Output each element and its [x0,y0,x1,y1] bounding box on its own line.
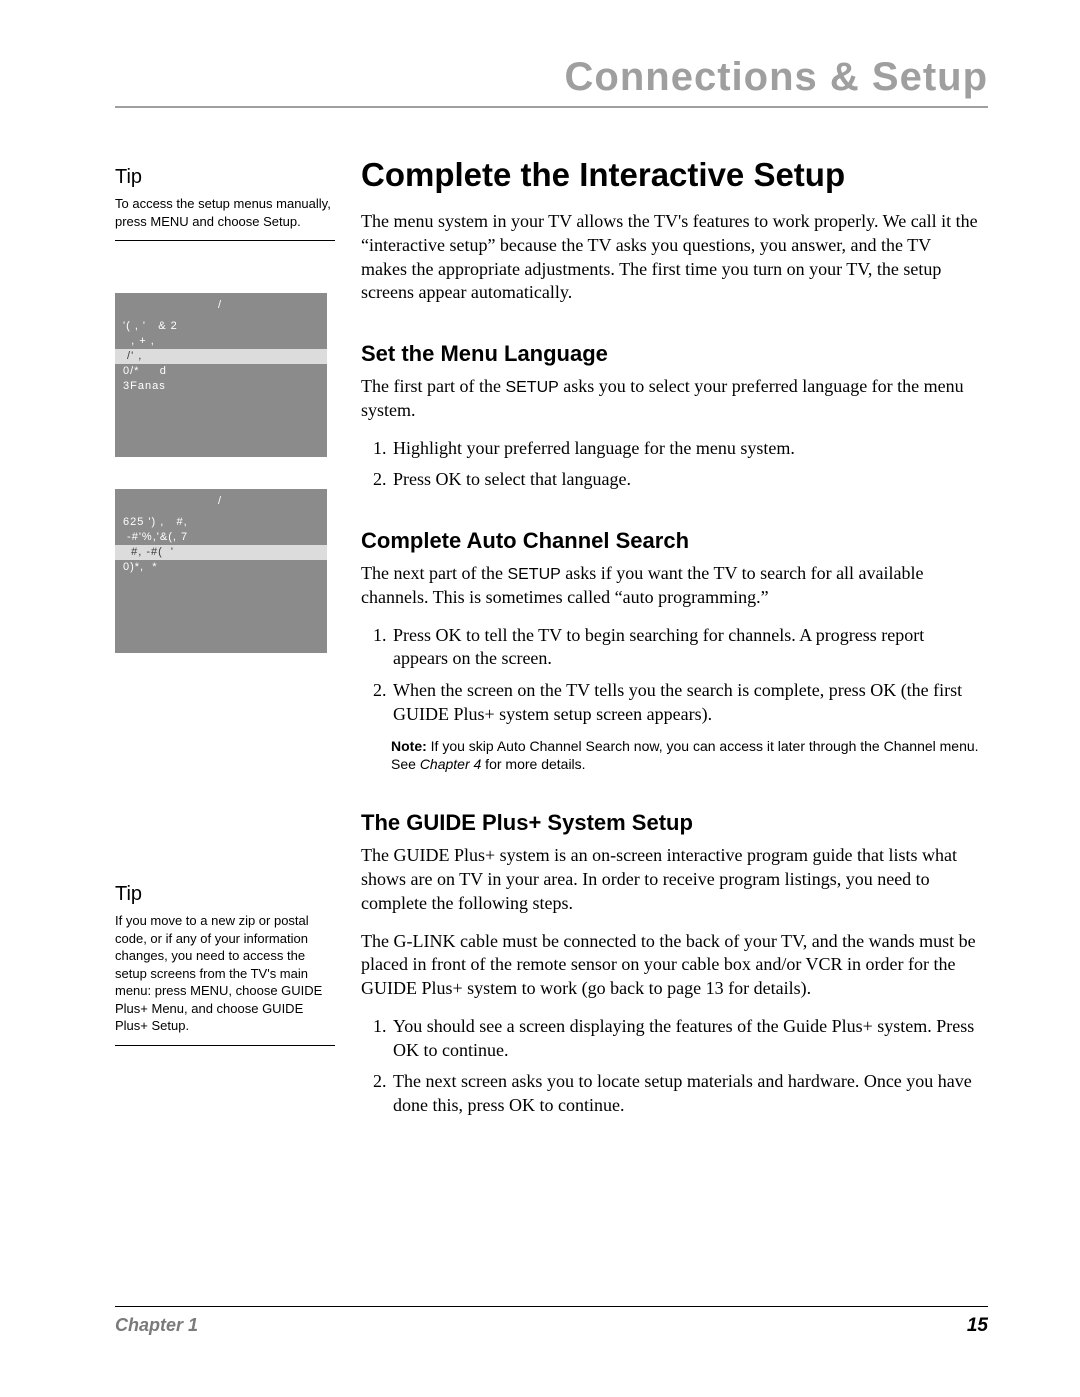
figure-row: -#'%,'&(, 7 [115,530,327,545]
page-header: Connections & Setup [115,55,988,100]
note-label: Note: [391,738,427,754]
header-rule [115,106,988,108]
intro-paragraph: The menu system in your TV allows the TV… [361,210,980,305]
figure-row: '( , ' & 2 [115,319,327,334]
footer-row: Chapter 1 15 [115,1315,988,1337]
footer-rule [115,1306,988,1307]
list-item: When the screen on the TV tells you the … [391,679,980,727]
section-paragraph: The next part of the SETUP asks if you w… [361,562,980,610]
list-item: Highlight your preferred language for th… [391,437,980,461]
tip-separator [115,240,335,241]
tip-heading: Tip [115,883,335,906]
text: The first part of the [361,376,505,396]
note: Note: If you skip Auto Channel Search no… [391,737,980,775]
section-paragraph: The first part of the SETUP asks you to … [361,375,980,423]
page-number: 15 [967,1315,988,1337]
page-title: Complete the Interactive Setup [361,156,980,194]
list-item: The next screen asks you to locate setup… [391,1070,980,1118]
list-item: You should see a screen displaying the f… [391,1015,980,1063]
page-footer: Chapter 1 15 [115,1306,988,1337]
figure-row: 625 ') , #, [115,515,327,530]
ordered-list: Highlight your preferred language for th… [361,437,980,493]
note-ref: Chapter 4 [420,756,481,772]
figure-auto-channel: / 625 ') , #, -#'%,'&(, 7 #, -#( ' 0)*, … [115,489,327,653]
section-paragraph: The GUIDE Plus+ system is an on-screen i… [361,844,980,915]
figure-row: 3Fanas [115,379,327,394]
text: The next part of the [361,563,507,583]
section-heading: Complete Auto Channel Search [361,528,980,554]
figure-setup-language: / '( , ' & 2 , + , /' , 0/* d 3Fanas [115,293,327,457]
figure-row: 0/* d [115,364,327,379]
document-page: Connections & Setup Tip To access the se… [0,0,1080,1397]
keyword-setup: SETUP [507,566,560,583]
tip-body: If you move to a new zip or postal code,… [115,912,335,1035]
note-text: for more details. [481,756,585,772]
list-item: Press OK to tell the TV to begin searchi… [391,624,980,672]
ordered-list: Press OK to tell the TV to begin searchi… [361,624,980,727]
section-paragraph: The G-LINK cable must be connected to th… [361,930,980,1001]
sidebar-spacer [115,653,335,873]
section-heading: Set the Menu Language [361,341,980,367]
chapter-label: Chapter 1 [115,1315,198,1337]
content-columns: Tip To access the setup menus manually, … [115,156,988,1126]
tip-body: To access the setup menus manually, pres… [115,195,335,230]
ordered-list: You should see a screen displaying the f… [361,1015,980,1118]
tip-separator [115,1045,335,1046]
list-item: Press OK to select that language. [391,468,980,492]
figure-row: , + , [115,334,327,349]
figure-row-selected: /' , [115,349,327,364]
keyword-setup: SETUP [505,379,558,396]
figure-tab: / [115,495,327,507]
figure-row: 0)*, * [115,560,327,575]
main-content: Complete the Interactive Setup The menu … [361,156,988,1126]
tip-heading: Tip [115,166,335,189]
section-heading: The GUIDE Plus+ System Setup [361,810,980,836]
figure-row-selected: #, -#( ' [115,545,327,560]
figure-tab: / [115,299,327,311]
sidebar: Tip To access the setup menus manually, … [115,156,335,1126]
